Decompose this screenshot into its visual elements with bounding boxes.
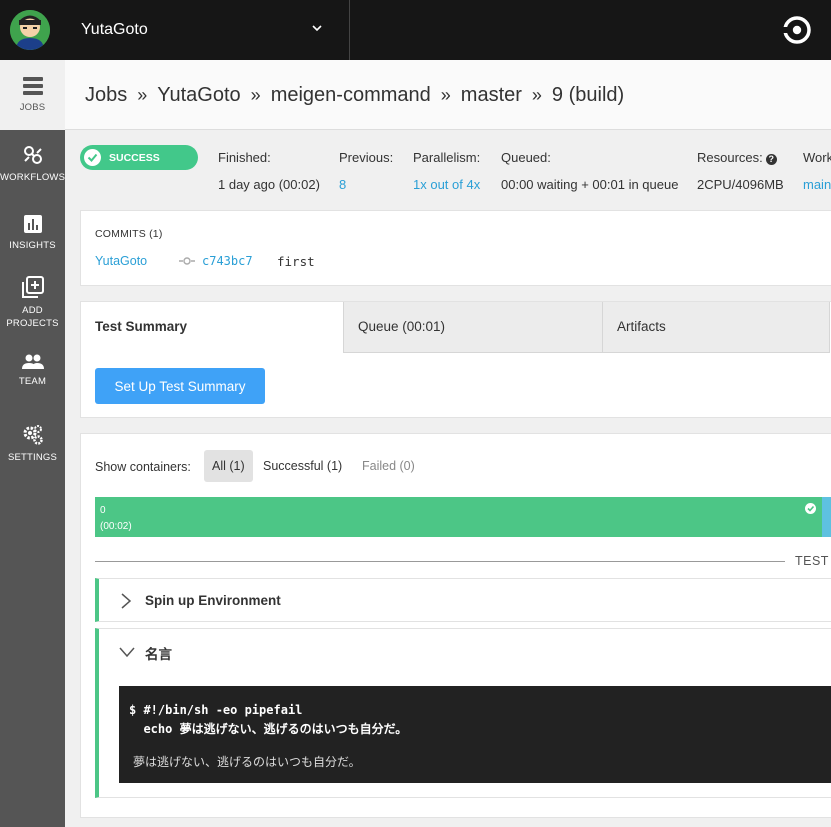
container-bar[interactable]: 0 (00:02) (95, 497, 823, 537)
terminal-command: $ #!/bin/sh -eo pipefail echo 夢は逃げない、逃げる… (129, 701, 407, 739)
breadcrumb-item-jobs[interactable]: Jobs (85, 84, 127, 106)
jobs-icon (22, 77, 43, 95)
status-text: SUCCESS (109, 152, 160, 164)
resources-info: Resources:? 2CPU/4096MB (697, 150, 784, 192)
workflow-label: Work (803, 150, 831, 165)
setup-test-summary-button[interactable]: Set Up Test Summary (95, 368, 265, 404)
breadcrumb-separator: » (531, 85, 542, 105)
chevron-down-icon[interactable] (311, 22, 323, 34)
finished-value: 1 day ago (00:02) (218, 177, 320, 192)
parallelism-link[interactable]: 1x out of 4x (413, 177, 480, 192)
breadcrumb-item-branch[interactable]: master (461, 84, 522, 106)
commit-author-link[interactable]: YutaGoto (95, 254, 147, 268)
avatar[interactable] (10, 10, 50, 50)
step-title: 名言 (145, 647, 172, 662)
commit-icon (179, 257, 195, 265)
sidebar-item-workflows[interactable]: WORKFLOWS (0, 144, 65, 183)
filter-failed-button[interactable]: Failed (0) (354, 450, 423, 482)
step-spin-up-environment[interactable]: Spin up Environment (95, 578, 831, 622)
finished-label: Finished: (218, 150, 271, 165)
workflows-icon (23, 146, 42, 164)
sidebar-item-label: TEAM (18, 376, 47, 387)
sidebar-item-label: JOBS (19, 102, 46, 113)
sidebar-item-add-projects[interactable]: ADD PROJECTS (0, 276, 65, 330)
breadcrumb: Jobs » YutaGoto » meigen-command » master » 9 (b… (85, 84, 624, 107)
workflow-link[interactable]: main (803, 177, 831, 192)
resources-value: 2CPU/4096MB (697, 177, 784, 192)
topbar-divider (349, 0, 350, 60)
circleci-logo-icon[interactable] (783, 16, 811, 44)
step-title: Spin up Environment (145, 593, 281, 608)
parallelism-label: Parallelism: (413, 150, 481, 165)
tabs-card: Test Summary Queue (00:01) Artifacts Set… (80, 301, 831, 418)
chevron-right-icon[interactable] (119, 593, 133, 609)
chevron-down-icon[interactable] (119, 645, 135, 659)
container-bar-next[interactable] (822, 497, 831, 537)
commits-card: COMMITS (1) YutaGoto c743bc7 first (80, 210, 831, 286)
tab-artifacts[interactable]: Artifacts (602, 302, 830, 353)
team-icon (21, 354, 44, 369)
commits-title: COMMITS (1) (95, 228, 163, 240)
containers-card: Show containers: All (1) Successful (1) … (80, 433, 831, 818)
workflow-info: Work main (803, 150, 831, 192)
avatar-image (10, 10, 50, 50)
tab-test-summary[interactable]: Test Summary (81, 302, 343, 353)
terminal-output-text: 夢は逃げない、逃げるのはいつも自分だ。 (133, 755, 361, 769)
queued-label: Queued: (501, 150, 551, 165)
check-circle-icon (805, 503, 816, 514)
section-divider (95, 561, 785, 562)
parallelism-info: Parallelism: 1x out of 4x (413, 150, 480, 192)
sidebar-item-label: PROJECTS (6, 318, 59, 329)
previous-build-link[interactable]: 8 (339, 177, 393, 192)
sidebar-item-label: SETTINGS (7, 452, 58, 463)
sidebar-item-jobs[interactable]: JOBS (0, 60, 65, 130)
breadcrumb-item-org[interactable]: YutaGoto (157, 84, 240, 106)
sidebar-item-label: ADD (22, 305, 43, 316)
resources-label: Resources: (697, 150, 763, 165)
tab-queue[interactable]: Queue (00:01) (343, 302, 603, 353)
terminal-output: $ #!/bin/sh -eo pipefail echo 夢は逃げない、逃げる… (119, 686, 831, 783)
command-line: echo 夢は逃げない、逃げるのはいつも自分だ。 (129, 722, 408, 736)
sidebar-item-team[interactable]: TEAM (0, 354, 65, 387)
breadcrumb-item-project[interactable]: meigen-command (271, 84, 431, 106)
sidebar-item-label: INSIGHTS (9, 240, 56, 251)
section-label: TEST (795, 554, 829, 568)
container-duration: (00:02) (100, 521, 132, 532)
breadcrumb-separator: » (440, 85, 451, 105)
breadcrumb-item-build: 9 (build) (551, 84, 625, 106)
sidebar-item-settings[interactable]: SETTINGS (0, 424, 65, 463)
command-line: $ #!/bin/sh -eo pipefail (129, 703, 303, 717)
help-icon[interactable]: ? (765, 154, 777, 165)
queued-value: 00:00 waiting + 00:01 in queue (501, 177, 679, 192)
previous-label: Previous: (339, 150, 394, 165)
show-containers-label: Show containers: (95, 460, 191, 474)
top-bar: YutaGoto (0, 0, 831, 60)
org-name[interactable]: YutaGoto (81, 21, 148, 39)
add-projects-icon (21, 276, 44, 298)
container-index: 0 (100, 505, 106, 516)
sidebar-item-insights[interactable]: INSIGHTS (0, 214, 65, 251)
commit-message: first (277, 254, 315, 269)
filter-successful-button[interactable]: Successful (1) (255, 450, 350, 482)
finished-info: Finished: 1 day ago (00:02) (218, 150, 320, 192)
status-badge: SUCCESS (80, 145, 198, 170)
breadcrumb-separator: » (250, 85, 261, 105)
queued-info: Queued: 00:00 waiting + 00:01 in queue (501, 150, 678, 192)
previous-info: Previous: 8 (339, 150, 393, 192)
check-circle-icon (84, 149, 101, 166)
sidebar: JOBS WORKFLOWS INSIGHTS ADD PROJECTS TEA… (0, 60, 65, 827)
settings-icon (23, 425, 43, 445)
insights-icon (23, 215, 42, 233)
breadcrumb-bar: Jobs » YutaGoto » meigen-command » master » 9 (b… (65, 60, 831, 130)
filter-all-button[interactable]: All (1) (204, 450, 253, 482)
breadcrumb-separator: » (137, 85, 148, 105)
sidebar-item-label: WORKFLOWS (0, 172, 66, 183)
step-meigen[interactable]: 名言 $ #!/bin/sh -eo pipefail echo 夢は逃げない、… (95, 628, 831, 798)
commit-hash-link[interactable]: c743bc7 (202, 254, 253, 268)
